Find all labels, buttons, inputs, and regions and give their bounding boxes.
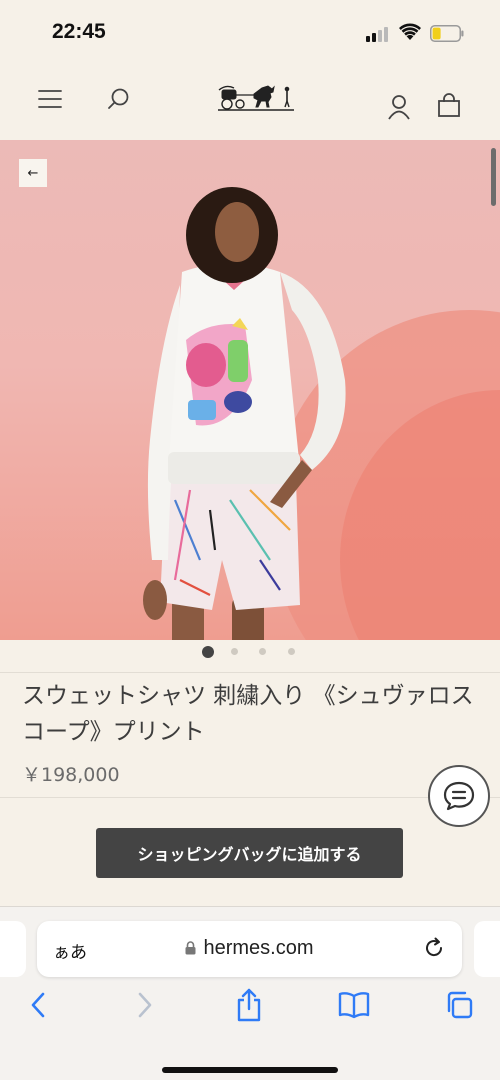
status-bar: 22:45 (0, 0, 500, 62)
previous-tab-preview[interactable] (0, 921, 26, 977)
carousel-dot[interactable] (288, 648, 295, 655)
home-indicator (162, 1067, 338, 1073)
model-photo (143, 187, 500, 640)
next-tab-preview[interactable] (474, 921, 500, 977)
divider (0, 672, 500, 673)
back-nav-button[interactable] (20, 987, 56, 1023)
forward-nav-button[interactable] (127, 987, 163, 1023)
lock-icon (185, 941, 196, 955)
product-title: スウェットシャツ 刺繍入り 《シュヴァロスコープ》プリント (22, 683, 474, 745)
bookmarks-button[interactable] (336, 987, 372, 1023)
back-button[interactable]: ← (19, 159, 47, 187)
share-icon (237, 988, 261, 1022)
product-image[interactable]: ← (0, 140, 500, 640)
site-header (0, 62, 500, 140)
cellular-signal-icon (366, 26, 392, 42)
account-icon[interactable] (384, 92, 414, 122)
chevron-left-icon (31, 992, 45, 1018)
reload-icon[interactable] (422, 936, 446, 960)
add-to-bag-button[interactable]: ショッピングバッグに追加する (96, 828, 403, 878)
product-price: ￥198,000 (22, 764, 120, 786)
menu-icon[interactable] (35, 84, 65, 114)
carousel-dot[interactable] (202, 646, 214, 658)
carousel-indicator (0, 646, 500, 662)
browser-toolbar: ぁあ hermes.com (0, 906, 500, 1080)
status-time: 22:45 (52, 20, 106, 43)
carousel-dot[interactable] (259, 648, 266, 655)
carousel-dot[interactable] (231, 648, 238, 655)
url-text: hermes.com (203, 937, 314, 959)
chevron-right-icon (138, 992, 152, 1018)
share-button[interactable] (231, 987, 267, 1023)
address-bar[interactable]: ぁあ hermes.com (37, 921, 462, 977)
battery-icon (430, 25, 464, 42)
shopping-bag-icon[interactable] (434, 90, 464, 120)
search-icon[interactable] (104, 84, 134, 114)
wifi-icon (399, 23, 421, 40)
book-icon (338, 992, 370, 1019)
divider (0, 797, 500, 798)
url-display[interactable]: hermes.com (37, 937, 462, 960)
hermes-carriage-logo[interactable] (216, 80, 296, 112)
chat-button[interactable] (428, 765, 490, 827)
tabs-icon (447, 991, 473, 1019)
tabs-button[interactable] (441, 987, 477, 1023)
page-scrollbar[interactable] (491, 148, 496, 206)
chat-icon (443, 781, 475, 811)
